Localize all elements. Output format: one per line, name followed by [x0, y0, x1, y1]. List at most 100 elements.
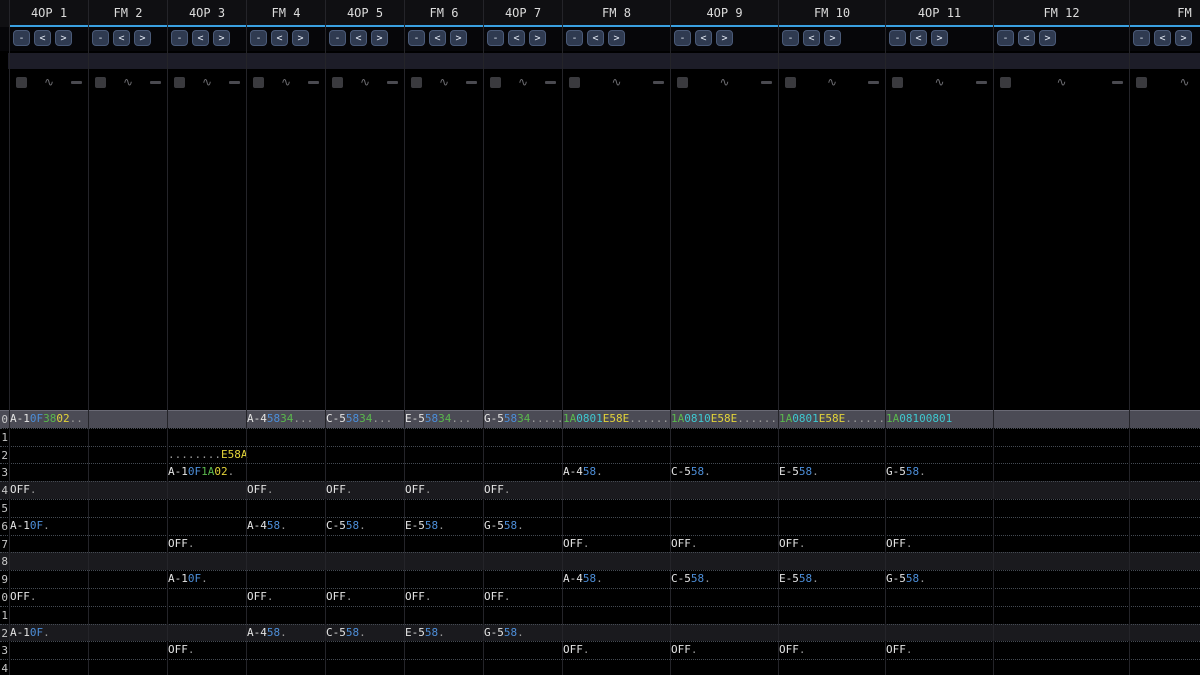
checkbox-icon[interactable]: [174, 76, 185, 88]
pattern-row[interactable]: 0 A-10F3802.. A-45834... C-55834... E-55834.…: [0, 410, 1200, 428]
channel-header-10[interactable]: FM 10: [779, 0, 886, 27]
pattern-cell[interactable]: A-10F.: [10, 517, 50, 534]
pattern-cell[interactable]: 1A0801E58E......: [779, 410, 885, 427]
next-instrument-button[interactable]: >: [716, 30, 733, 46]
wave-icon[interactable]: ∿: [360, 75, 370, 89]
next-instrument-button[interactable]: >: [450, 30, 467, 46]
wave-icon[interactable]: ∿: [281, 75, 291, 89]
channel-menu-button[interactable]: -: [674, 30, 691, 46]
next-instrument-button[interactable]: >: [931, 30, 948, 46]
next-instrument-button[interactable]: >: [371, 30, 388, 46]
pattern-cell[interactable]: E-558.: [779, 570, 819, 587]
pattern-cell[interactable]: C-558.: [326, 517, 366, 534]
pattern-cell[interactable]: 1A0810E58E......: [671, 410, 777, 427]
checkbox-icon[interactable]: [95, 76, 106, 88]
minimize-icon[interactable]: [229, 80, 240, 84]
next-instrument-button[interactable]: >: [608, 30, 625, 46]
minimize-icon[interactable]: [976, 80, 987, 84]
pattern-row[interactable]: 2 A-10F. A-458. C-558. E-558. G-558.: [0, 623, 1200, 642]
checkbox-icon[interactable]: [892, 76, 903, 88]
channel-header-8[interactable]: FM 8: [563, 0, 671, 27]
next-instrument-button[interactable]: >: [1039, 30, 1056, 46]
pattern-cell[interactable]: OFF.: [405, 481, 432, 498]
channel-menu-button[interactable]: -: [1133, 30, 1150, 46]
wave-icon[interactable]: ∿: [611, 75, 621, 89]
checkbox-icon[interactable]: [253, 76, 264, 88]
wave-icon[interactable]: ∿: [202, 75, 212, 89]
channel-header-4[interactable]: FM 4: [247, 0, 326, 27]
channel-menu-button[interactable]: -: [997, 30, 1014, 46]
pattern-cell[interactable]: ........E58A: [168, 446, 247, 463]
prev-instrument-button[interactable]: <: [34, 30, 51, 46]
prev-instrument-button[interactable]: <: [1154, 30, 1171, 46]
wave-icon[interactable]: ∿: [1056, 75, 1066, 89]
prev-instrument-button[interactable]: <: [192, 30, 209, 46]
prev-instrument-button[interactable]: <: [695, 30, 712, 46]
next-instrument-button[interactable]: >: [213, 30, 230, 46]
wave-icon[interactable]: ∿: [1179, 75, 1189, 89]
channel-header-12[interactable]: FM 12: [994, 0, 1130, 27]
pattern-row[interactable]: 3 A-10F1A02. A-458. C-558. E-558. G-558.: [0, 463, 1200, 481]
prev-instrument-button[interactable]: <: [113, 30, 130, 46]
pattern-cell[interactable]: OFF.: [779, 535, 806, 552]
pattern-cell[interactable]: E-558.: [405, 624, 445, 641]
pattern-cell[interactable]: 1A08100801: [886, 410, 952, 427]
minimize-icon[interactable]: [466, 80, 477, 84]
pattern-row[interactable]: 3 OFF. OFF. OFF. OFF. OFF.: [0, 641, 1200, 659]
checkbox-icon[interactable]: [490, 76, 501, 88]
pattern-row[interactable]: 7 OFF. OFF. OFF. OFF. OFF.: [0, 534, 1200, 553]
minimize-icon[interactable]: [71, 80, 82, 84]
minimize-icon[interactable]: [868, 80, 879, 84]
pattern-cell[interactable]: C-558.: [671, 570, 711, 587]
checkbox-icon[interactable]: [569, 76, 580, 88]
wave-icon[interactable]: ∿: [934, 75, 944, 89]
pattern-cell[interactable]: A-45834...: [247, 410, 313, 427]
prev-instrument-button[interactable]: <: [1018, 30, 1035, 46]
wave-icon[interactable]: ∿: [827, 75, 837, 89]
minimize-icon[interactable]: [150, 80, 161, 84]
channel-header-3[interactable]: 4OP 3: [168, 0, 247, 27]
prev-instrument-button[interactable]: <: [910, 30, 927, 46]
pattern-cell[interactable]: OFF.: [326, 481, 353, 498]
channel-menu-button[interactable]: -: [782, 30, 799, 46]
next-instrument-button[interactable]: >: [529, 30, 546, 46]
pattern-cell[interactable]: OFF.: [484, 588, 511, 605]
pattern-cell[interactable]: OFF.: [247, 481, 274, 498]
pattern-row[interactable]: 5: [0, 499, 1200, 517]
checkbox-icon[interactable]: [332, 76, 343, 88]
pattern-row[interactable]: 0 OFF. OFF. OFF. OFF. OFF.: [0, 588, 1200, 606]
prev-instrument-button[interactable]: <: [350, 30, 367, 46]
pattern-cell[interactable]: G-55834......: [484, 410, 570, 427]
minimize-icon[interactable]: [761, 80, 772, 84]
prev-instrument-button[interactable]: <: [508, 30, 525, 46]
pattern-cell[interactable]: A-458.: [563, 570, 603, 587]
wave-icon[interactable]: ∿: [518, 75, 528, 89]
wave-icon[interactable]: ∿: [44, 75, 54, 89]
wave-icon[interactable]: ∿: [123, 75, 133, 89]
channel-header-11[interactable]: 4OP 11: [886, 0, 994, 27]
pattern-row[interactable]: 6 A-10F. A-458. C-558. E-558. G-558.: [0, 516, 1200, 535]
pattern-cell[interactable]: OFF.: [563, 641, 590, 658]
pattern-cell[interactable]: C-558.: [326, 624, 366, 641]
pattern-cell[interactable]: A-10F.: [10, 624, 50, 641]
pattern-cell[interactable]: G-558.: [886, 570, 926, 587]
channel-menu-button[interactable]: -: [889, 30, 906, 46]
pattern-cell[interactable]: E-558.: [779, 463, 819, 480]
pattern-cell[interactable]: G-558.: [886, 463, 926, 480]
checkbox-icon[interactable]: [411, 76, 422, 88]
pattern-cell[interactable]: A-10F3802..: [10, 410, 83, 427]
channel-header-6[interactable]: FM 6: [405, 0, 484, 27]
minimize-icon[interactable]: [653, 80, 664, 84]
pattern-cell[interactable]: A-458.: [247, 624, 287, 641]
channel-header-13[interactable]: FM: [1130, 0, 1200, 27]
channel-menu-button[interactable]: -: [13, 30, 30, 46]
next-instrument-button[interactable]: >: [1175, 30, 1192, 46]
pattern-cell[interactable]: A-10F1A02.: [168, 463, 234, 480]
pattern-cell[interactable]: OFF.: [563, 535, 590, 552]
channel-menu-button[interactable]: -: [487, 30, 504, 46]
pattern-cell[interactable]: OFF.: [10, 588, 37, 605]
pattern-cell[interactable]: OFF.: [886, 535, 913, 552]
pattern-cell[interactable]: 1A0801E58E......: [563, 410, 669, 427]
wave-icon[interactable]: ∿: [719, 75, 729, 89]
pattern-row[interactable]: 4 OFF. OFF. OFF. OFF. OFF.: [0, 481, 1200, 499]
